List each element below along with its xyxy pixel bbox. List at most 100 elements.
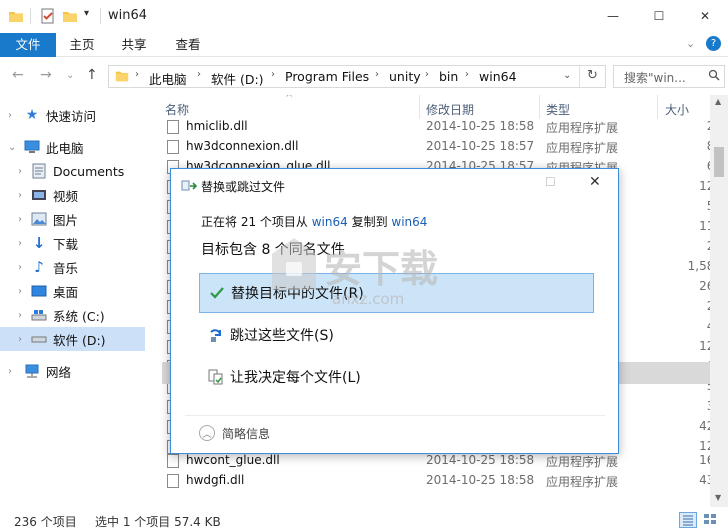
- refresh-icon[interactable]: ↻: [587, 68, 598, 83]
- file-row[interactable]: hmiclib.dll2014-10-25 18:58应用程序扩展21: [163, 117, 728, 137]
- nav-item-drive-d[interactable]: › 软件 (D:): [0, 327, 145, 351]
- tab-view[interactable]: 查看: [160, 33, 216, 57]
- chevron-right-icon[interactable]: ›: [18, 238, 22, 249]
- nav-item-music[interactable]: › ♪ 音乐: [0, 255, 145, 279]
- chevron-right-icon[interactable]: ›: [18, 286, 22, 297]
- nav-label: 软件 (D:): [53, 332, 106, 348]
- download-icon: ↓: [32, 234, 46, 252]
- info-text: 正在将 21 个项目从: [201, 215, 312, 229]
- chevron-right-icon[interactable]: ›: [18, 262, 22, 273]
- recent-locations-icon[interactable]: ⌄: [66, 70, 74, 81]
- chevron-right-icon[interactable]: ›: [425, 69, 429, 80]
- chevron-right-icon[interactable]: ›: [465, 69, 469, 80]
- nav-item-drive-c[interactable]: › 系统 (C:): [0, 303, 145, 327]
- column-divider[interactable]: [419, 95, 420, 119]
- properties-icon[interactable]: [40, 8, 56, 24]
- scroll-down-icon[interactable]: ▼: [715, 493, 721, 502]
- separator: [579, 66, 580, 87]
- tab-file[interactable]: 文件: [0, 33, 56, 57]
- source-folder-link[interactable]: win64: [312, 215, 348, 229]
- file-type: 应用程序扩展: [546, 141, 619, 155]
- chevron-right-icon[interactable]: ›: [271, 69, 275, 80]
- decide-each-file-option[interactable]: 让我决定每个文件(L): [199, 357, 594, 397]
- tab-home[interactable]: 主页: [56, 33, 108, 57]
- option-label: 让我决定每个文件(L): [230, 370, 361, 386]
- crumb-drive-d[interactable]: 软件 (D:): [211, 69, 264, 88]
- large-icons-view-icon[interactable]: [702, 512, 720, 528]
- crumb-program-files[interactable]: Program Files: [285, 69, 369, 84]
- nav-item-this-pc[interactable]: ⌄ 此电脑: [0, 135, 145, 159]
- chevron-right-icon[interactable]: ›: [18, 334, 22, 345]
- address-bar[interactable]: › 此电脑 › 软件 (D:) › Program Files › unity …: [108, 65, 606, 88]
- help-icon[interactable]: ?: [706, 36, 721, 51]
- music-icon: ♪: [34, 258, 44, 276]
- file-date: 2014-10-25 18:58: [426, 119, 535, 133]
- dll-file-icon: [167, 120, 179, 134]
- nav-label: 快速访问: [46, 108, 97, 124]
- nav-item-desktop[interactable]: › 桌面: [0, 279, 145, 303]
- chevron-down-icon[interactable]: ⌄: [686, 37, 695, 50]
- customize-toolbar-icon[interactable]: ▾: [84, 8, 100, 24]
- chevron-right-icon[interactable]: ›: [375, 69, 379, 80]
- fewer-details-toggle[interactable]: ︿ 简略信息: [199, 424, 270, 442]
- option-label: 替换目标中的文件(R): [231, 286, 364, 302]
- file-row[interactable]: hw3dconnexion.dll2014-10-25 18:57应用程序扩展8…: [163, 137, 728, 157]
- nav-item-videos[interactable]: › 视频: [0, 183, 145, 207]
- address-dropdown-icon[interactable]: ⌄: [563, 70, 571, 81]
- column-header-size[interactable]: 大小: [665, 101, 689, 118]
- file-type: 应用程序扩展: [546, 455, 619, 469]
- nav-item-quick-access[interactable]: › ★ 快速访问: [0, 103, 145, 127]
- picture-icon: [31, 211, 47, 227]
- column-header-date[interactable]: 修改日期: [426, 101, 474, 118]
- crumb-win64[interactable]: win64: [479, 69, 517, 84]
- chevron-down-icon[interactable]: ⌄: [8, 142, 16, 153]
- info-text: 复制到: [347, 215, 392, 229]
- title-bar: ▾ win64 — ☐ ✕: [0, 0, 728, 33]
- maximize-button[interactable]: ☐: [636, 0, 682, 32]
- vertical-scrollbar[interactable]: ▲ ▼: [710, 95, 728, 507]
- dialog-title: 替换或跳过文件: [201, 180, 286, 194]
- scroll-up-icon[interactable]: ▲: [715, 97, 721, 106]
- file-name: hwcont_glue.dll: [186, 453, 280, 467]
- new-folder-icon[interactable]: [62, 8, 78, 24]
- chevron-right-icon[interactable]: ›: [18, 190, 22, 201]
- crumb-this-pc[interactable]: 此电脑: [149, 69, 187, 88]
- search-input[interactable]: 搜索"win...: [613, 65, 725, 88]
- file-row[interactable]: hwdgfi.dll2014-10-25 18:58应用程序扩展435: [163, 471, 728, 491]
- folder-icon: [115, 69, 129, 86]
- destination-folder-link[interactable]: win64: [391, 215, 427, 229]
- chevron-right-icon[interactable]: ›: [8, 110, 12, 121]
- details-view-icon[interactable]: [679, 512, 697, 528]
- chevron-right-icon[interactable]: ›: [18, 310, 22, 321]
- column-divider[interactable]: [539, 95, 540, 119]
- chevron-right-icon[interactable]: ›: [18, 214, 22, 225]
- column-divider[interactable]: [657, 95, 658, 119]
- dialog-close-button[interactable]: ✕: [589, 174, 601, 190]
- scrollbar-thumb[interactable]: [714, 147, 724, 177]
- status-bar: 236 个项目 选中 1 个项目 57.4 KB: [0, 507, 728, 532]
- forward-arrow-icon[interactable]: →: [40, 67, 52, 83]
- chevron-right-icon[interactable]: ›: [197, 69, 201, 80]
- chevron-right-icon[interactable]: ›: [8, 366, 12, 377]
- chevron-right-icon[interactable]: ›: [135, 69, 139, 80]
- dll-file-icon: [167, 140, 179, 154]
- up-arrow-icon[interactable]: ↑: [86, 67, 98, 83]
- column-header-name[interactable]: 名称: [165, 101, 189, 118]
- chevron-right-icon[interactable]: ›: [18, 166, 22, 177]
- nav-item-documents[interactable]: › Documents: [0, 159, 145, 183]
- crumb-unity[interactable]: unity: [389, 69, 421, 84]
- column-header-type[interactable]: 类型: [546, 101, 570, 118]
- crumb-bin[interactable]: bin: [439, 69, 458, 84]
- minimize-button[interactable]: —: [590, 0, 636, 32]
- skip-files-option[interactable]: 跳过这些文件(S): [199, 315, 594, 355]
- back-arrow-icon[interactable]: ←: [12, 67, 24, 83]
- file-row[interactable]: hwcont_glue.dll2014-10-25 18:58应用程序扩展161: [163, 451, 728, 471]
- folder-icon[interactable]: [8, 8, 24, 24]
- close-button[interactable]: ✕: [682, 0, 728, 32]
- tab-share[interactable]: 共享: [108, 33, 160, 57]
- nav-item-downloads[interactable]: › ↓ 下载: [0, 231, 145, 255]
- search-icon[interactable]: [708, 69, 720, 84]
- nav-item-pictures[interactable]: › 图片: [0, 207, 145, 231]
- replace-files-option[interactable]: 替换目标中的文件(R): [199, 273, 594, 313]
- nav-item-network[interactable]: › 网络: [0, 359, 145, 383]
